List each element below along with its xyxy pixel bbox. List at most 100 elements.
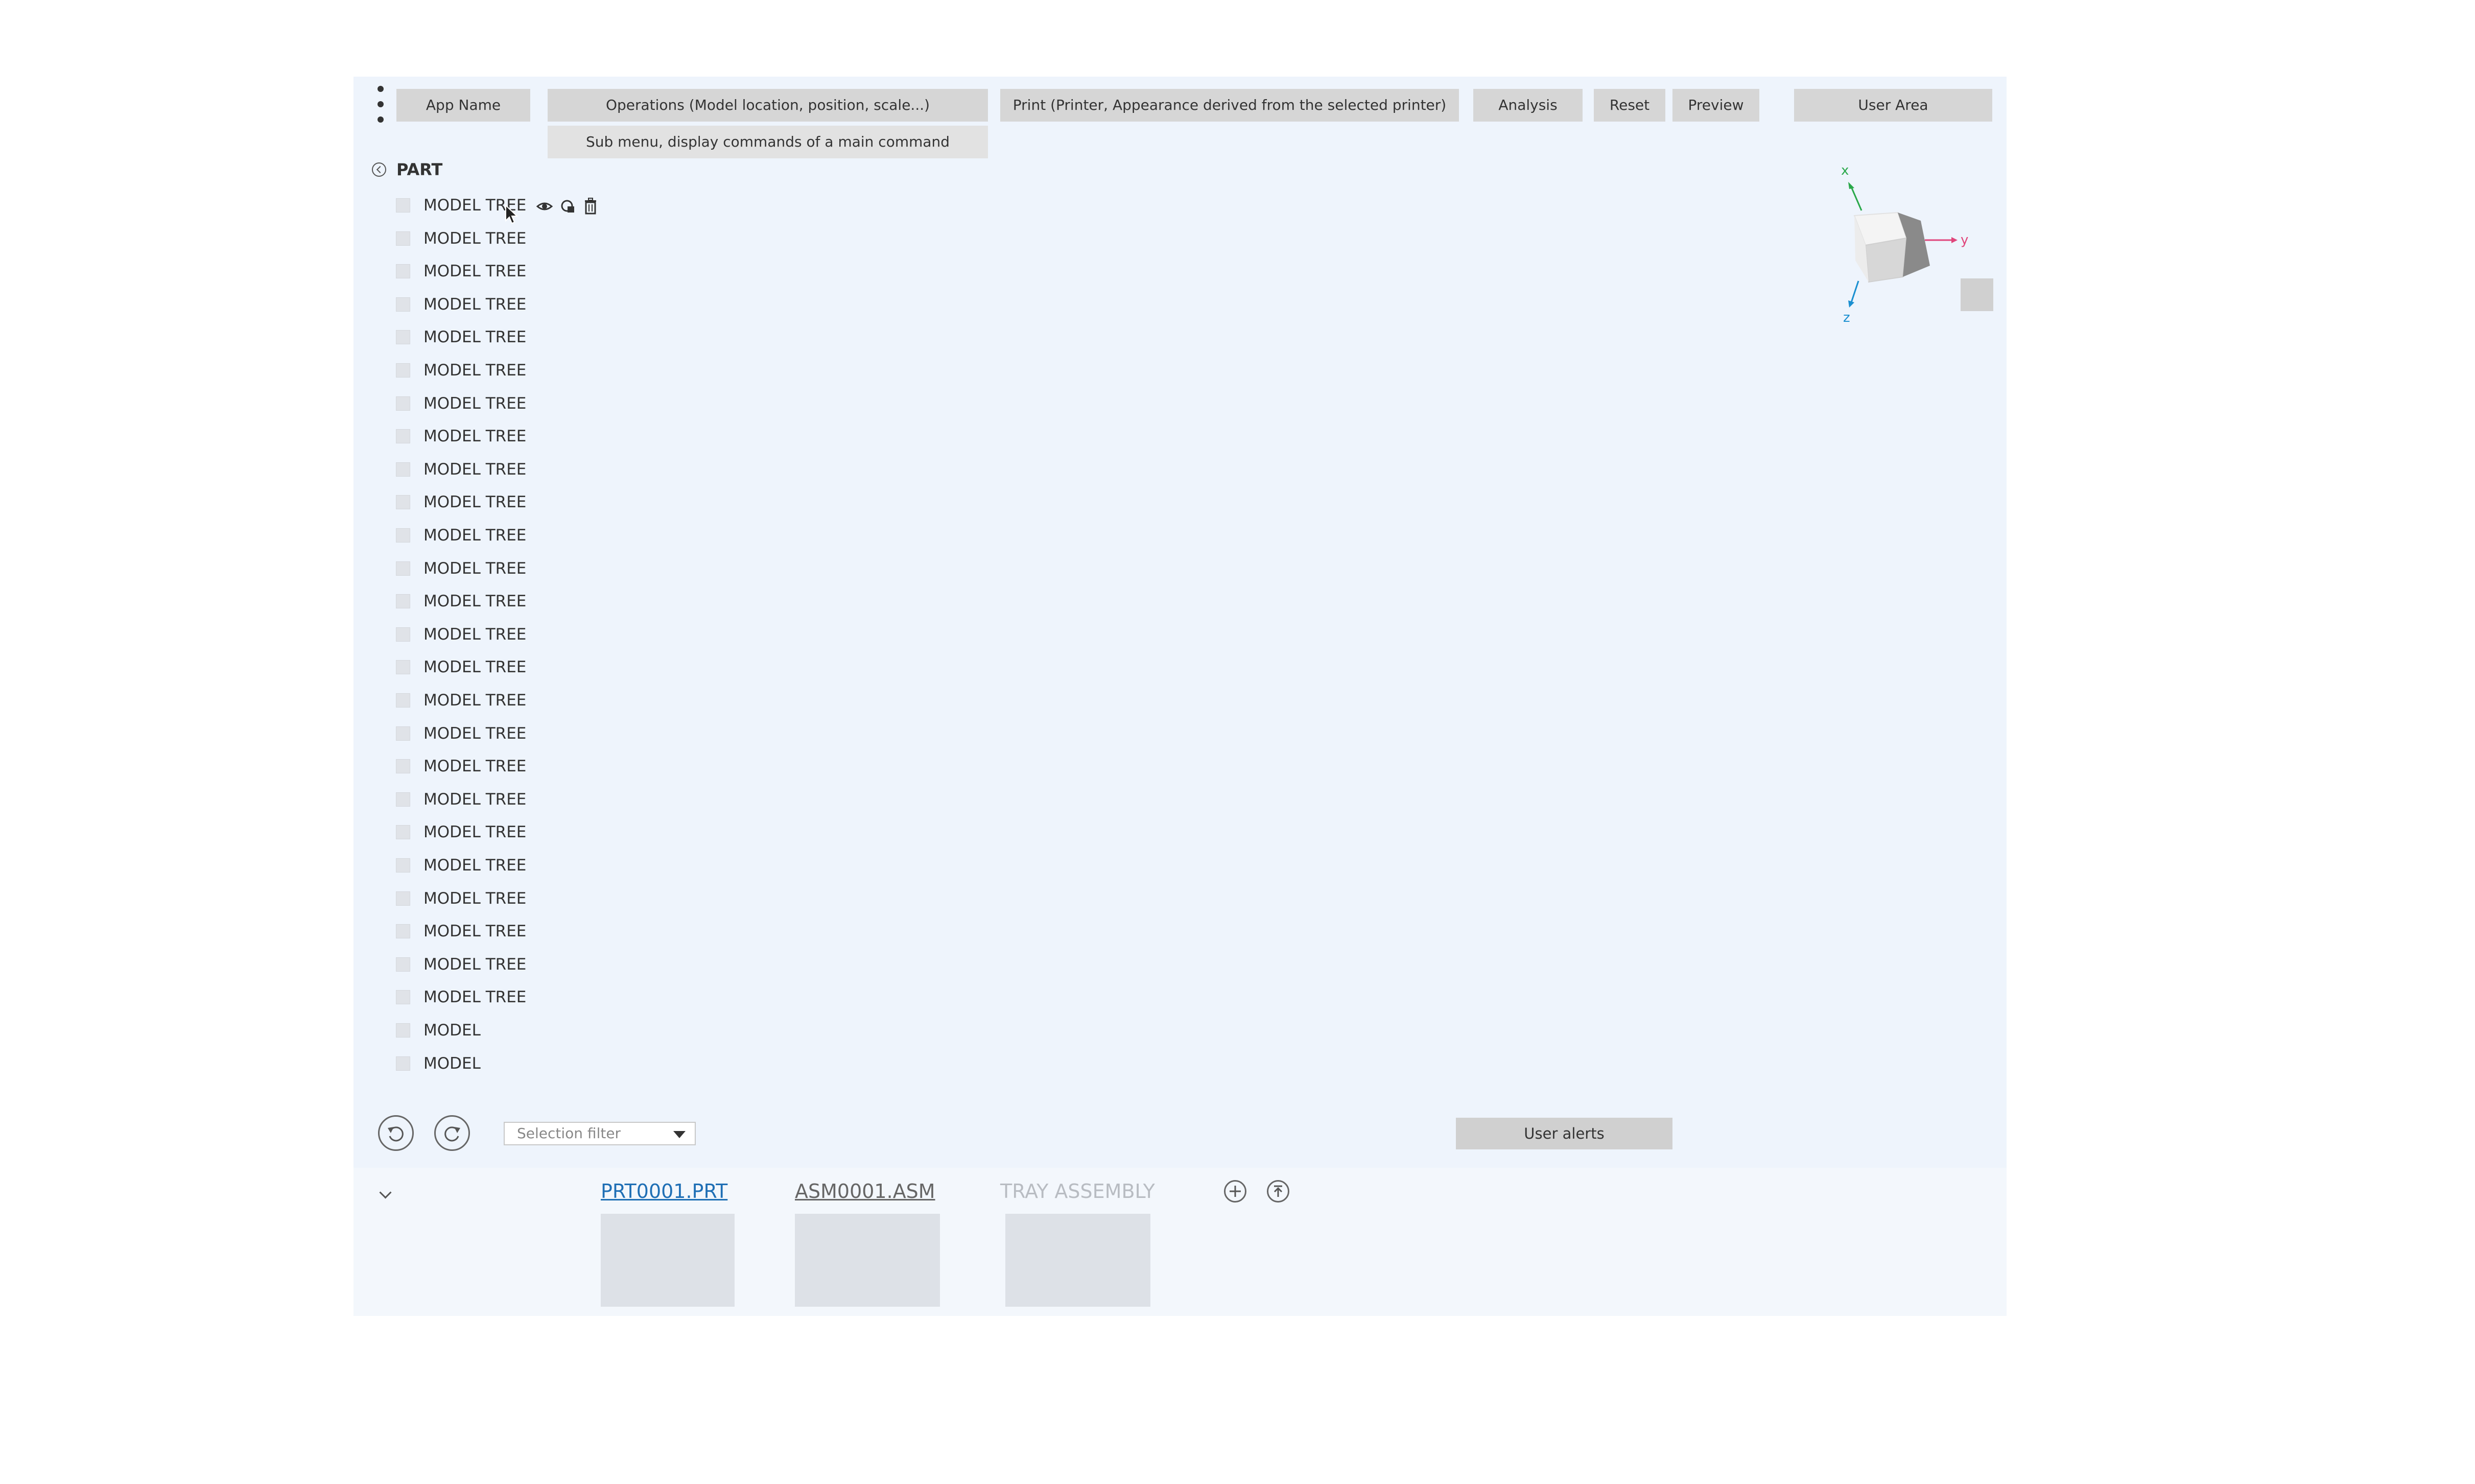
tree-row[interactable]: MODEL TREE	[396, 656, 600, 678]
selection-filter-placeholder: Selection filter	[517, 1125, 621, 1142]
file-tab-tray-assembly[interactable]: TRAY ASSEMBLY	[1000, 1178, 1155, 1205]
tree-row-label: MODEL TREE	[423, 823, 527, 842]
trash-icon[interactable]	[582, 197, 599, 216]
tree-row-label: MODEL TREE	[423, 724, 527, 743]
file-tab-prt0001[interactable]: PRT0001.PRT	[601, 1178, 727, 1205]
layers-icon[interactable]	[560, 197, 576, 216]
tree-row-checkbox[interactable]	[396, 627, 410, 642]
tree-row[interactable]: MODEL TREE	[396, 458, 600, 481]
tree-row-label: MODEL TREE	[423, 757, 527, 776]
tree-row[interactable]: MODEL TREE	[396, 854, 600, 877]
tree-row-checkbox[interactable]	[396, 363, 410, 378]
tree-row-checkbox[interactable]	[396, 957, 410, 972]
tree-row-checkbox[interactable]	[396, 759, 410, 774]
tree-row-checkbox[interactable]	[396, 594, 410, 609]
tree-row-label: MODEL TREE	[423, 988, 527, 1007]
tree-row[interactable]: MODEL TREE	[396, 590, 600, 613]
tree-row[interactable]: MODEL TREE	[396, 227, 600, 250]
tree-row[interactable]: MODEL TREE	[396, 557, 600, 580]
tree-row-checkbox[interactable]	[396, 528, 410, 543]
tree-row-checkbox[interactable]	[396, 462, 410, 477]
kebab-menu-icon[interactable]	[378, 86, 384, 123]
tree-row[interactable]: MODEL TREE	[396, 920, 600, 943]
tree-row-checkbox[interactable]	[396, 891, 410, 906]
file-tab-asm0001[interactable]: ASM0001.ASM	[795, 1178, 935, 1205]
tree-row[interactable]: MODEL TREE	[396, 722, 600, 745]
tree-row-label: MODEL TREE	[423, 625, 527, 644]
tree-row[interactable]: MODEL TREE	[396, 986, 600, 1008]
tree-row-checkbox[interactable]	[396, 330, 410, 345]
y-axis-label: y	[1961, 232, 1968, 248]
tree-row-checkbox[interactable]	[396, 1056, 410, 1071]
preview-button[interactable]: Preview	[1672, 89, 1759, 122]
tree-row-checkbox[interactable]	[396, 198, 410, 213]
tree-row-label: MODEL	[423, 1021, 481, 1040]
tree-row-checkbox[interactable]	[396, 990, 410, 1005]
reset-button[interactable]: Reset	[1594, 89, 1665, 122]
tree-row-label: MODEL TREE	[423, 229, 527, 248]
tree-row-label: MODEL TREE	[423, 394, 527, 413]
add-file-button[interactable]	[1224, 1180, 1246, 1203]
tree-row-label: MODEL TREE	[423, 526, 527, 545]
tree-row[interactable]: MODEL TREE	[396, 326, 600, 348]
redo-button[interactable]	[434, 1115, 470, 1151]
tree-row[interactable]: MODEL TREE	[396, 821, 600, 843]
undo-icon	[388, 1126, 404, 1142]
view-toggle-square[interactable]	[1961, 278, 1993, 311]
tree-row[interactable]: MODEL	[396, 1019, 600, 1042]
analysis-button[interactable]: Analysis	[1473, 89, 1583, 122]
print-button[interactable]: Print (Printer, Appearance derived from …	[1000, 89, 1459, 122]
eye-icon[interactable]	[536, 197, 553, 216]
view-cube[interactable]	[1853, 211, 1930, 283]
tree-row-checkbox[interactable]	[396, 924, 410, 939]
tree-row-checkbox[interactable]	[396, 495, 410, 510]
tree-row[interactable]: MODEL TREE	[396, 623, 600, 646]
file-thumbnail-prt0001[interactable]	[601, 1214, 735, 1307]
app-name-button[interactable]: App Name	[396, 89, 530, 122]
tree-row-checkbox[interactable]	[396, 792, 410, 807]
tree-row-label: MODEL TREE	[423, 460, 527, 479]
tree-row[interactable]: MODEL TREE	[396, 524, 600, 547]
selection-filter-dropdown[interactable]: Selection filter	[504, 1122, 696, 1145]
tree-row-checkbox[interactable]	[396, 858, 410, 873]
tree-row[interactable]: MODEL TREE	[396, 689, 600, 712]
tree-row-checkbox[interactable]	[396, 264, 410, 279]
tree-row-checkbox[interactable]	[396, 429, 410, 444]
file-thumbnail-tray-assembly[interactable]	[1005, 1214, 1150, 1307]
tree-row-checkbox[interactable]	[396, 660, 410, 675]
submenu-bar[interactable]: Sub menu, display commands of a main com…	[548, 126, 988, 158]
user-area-button[interactable]: User Area	[1794, 89, 1992, 122]
tree-row-checkbox[interactable]	[396, 297, 410, 312]
tree-row[interactable]: MODEL TREE	[396, 887, 600, 910]
tree-row-checkbox[interactable]	[396, 1023, 410, 1038]
tree-row-checkbox[interactable]	[396, 396, 410, 411]
tree-row[interactable]: MODEL TREE	[396, 755, 600, 778]
tree-row-checkbox[interactable]	[396, 726, 410, 741]
tree-row-checkbox[interactable]	[396, 561, 410, 576]
tree-row[interactable]: MODEL TREE	[396, 293, 600, 316]
operations-button[interactable]: Operations (Model location, position, sc…	[548, 89, 988, 122]
tree-row-label: MODEL TREE	[423, 328, 527, 347]
x-axis-arrow	[1848, 182, 1854, 189]
tree-row-checkbox[interactable]	[396, 231, 410, 246]
tree-row-checkbox[interactable]	[396, 825, 410, 840]
tree-row[interactable]: MODEL TREE	[396, 392, 600, 415]
tree-row[interactable]: MODEL TREE	[396, 953, 600, 976]
tree-row[interactable]: MODEL TREE	[396, 425, 600, 447]
tree-row[interactable]: MODEL TREE	[396, 260, 600, 282]
user-alerts-button[interactable]: User alerts	[1456, 1118, 1672, 1149]
tree-row-label: MODEL TREE	[423, 493, 527, 512]
tree-row[interactable]: MODEL	[396, 1052, 600, 1075]
tree-row-label: MODEL TREE	[423, 955, 527, 974]
tree-row-checkbox[interactable]	[396, 693, 410, 708]
file-thumbnail-asm0001[interactable]	[795, 1214, 940, 1307]
tree-row[interactable]: MODEL TREE	[396, 788, 600, 811]
tree-row-label: MODEL TREE	[423, 889, 527, 908]
undo-button[interactable]	[378, 1115, 414, 1151]
upload-file-button[interactable]	[1267, 1180, 1289, 1203]
back-circle-icon[interactable]	[372, 162, 386, 177]
tree-row-label: MODEL TREE	[423, 790, 527, 809]
view-cube-navigator[interactable]: x y z	[1808, 163, 1982, 332]
tree-row[interactable]: MODEL TREE	[396, 491, 600, 513]
tree-row[interactable]: MODEL TREE	[396, 359, 600, 382]
